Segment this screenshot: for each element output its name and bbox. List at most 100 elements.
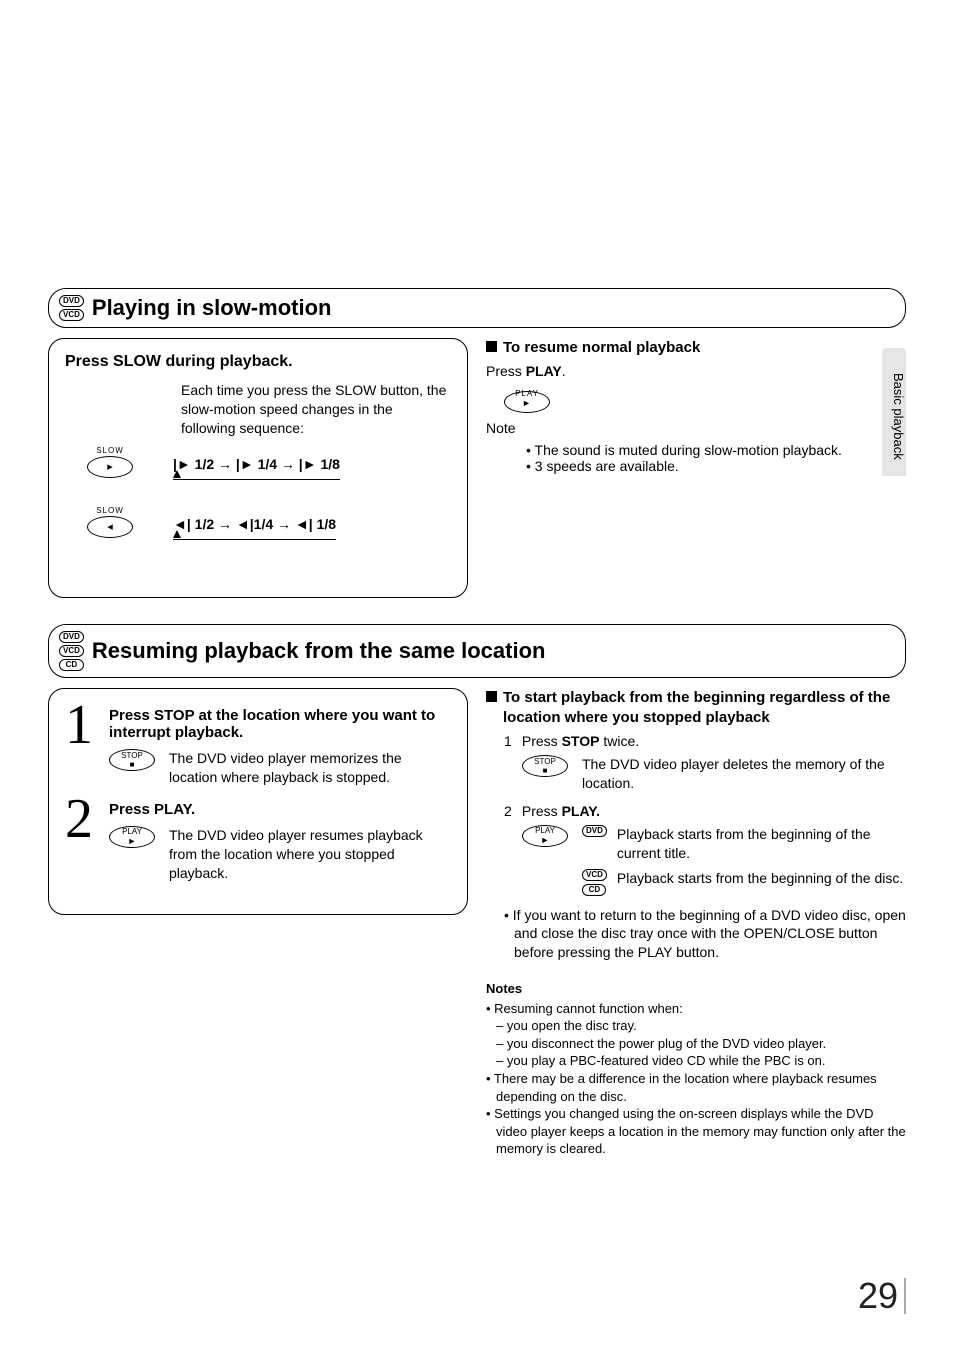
note-list: • The sound is muted during slow-motion … [486, 442, 906, 474]
li2-desc1: Playback starts from the beginning of th… [617, 825, 906, 863]
slow-rev-button-icon: SLOW ◂ [87, 516, 133, 538]
disc-pill-vcd: VCD [59, 645, 84, 657]
play-btn-label: PLAY [535, 826, 555, 835]
stop-square-icon: ■ [534, 766, 556, 775]
play-triangle-icon: ► [535, 835, 555, 845]
step-1: 1 Press STOP at the location where you w… [65, 703, 451, 787]
play-button-icon: PLAY ► [504, 391, 550, 413]
stop-btn-label: STOP [121, 751, 143, 760]
play-btn-label: PLAY [515, 389, 539, 398]
li2-bold: PLAY. [562, 803, 600, 819]
li1-suffix: twice. [599, 733, 639, 749]
stop-btn-label: STOP [534, 757, 556, 766]
slow-fwd-button-icon: SLOW ▸ [87, 456, 133, 478]
disc-pill-cd: CD [59, 659, 84, 671]
step1-heading: Press STOP at the location where you wan… [109, 707, 451, 741]
slow-fwd-sequence: |► 1/2 → |► 1/4 → |► 1/8 [173, 456, 340, 482]
note-item: • Settings you changed using the on-scre… [486, 1105, 906, 1158]
resume-normal-heading: To resume normal playback [486, 338, 906, 358]
slow-fwd-row: SLOW ▸ |► 1/2 → |► 1/4 → |► 1/8 [65, 456, 451, 482]
step1-description: The DVD video player memorizes the locat… [169, 749, 451, 787]
list-item: 2 Press PLAY. PLAY ► DVD [504, 803, 906, 896]
disc-pill-dvd: DVD [59, 631, 84, 643]
play-button-stack: PLAY ► [515, 389, 539, 408]
step2-description: The DVD video player resumes playback fr… [169, 826, 451, 883]
note-subitem: – you play a PBC-featured video CD while… [486, 1052, 906, 1070]
step-number-1: 1 [65, 703, 101, 787]
section2-left: 1 Press STOP at the location where you w… [48, 688, 468, 1160]
disc-type-icons: DVD VCD CD [59, 631, 84, 671]
note-item: • 3 speeds are available. [526, 458, 906, 474]
body-suffix: . [562, 363, 566, 379]
step2-heading: Press PLAY. [109, 801, 451, 818]
play-rev-icon: ◂ [107, 520, 113, 533]
chapter-side-tab: Basic playback [882, 348, 906, 476]
extra-bullet: • If you want to return to the beginning… [504, 906, 906, 963]
li2-desc2: Playback starts from the beginning of th… [617, 869, 903, 888]
disc-type-icons: DVD VCD [59, 295, 84, 321]
stop-square-icon: ■ [121, 760, 143, 769]
manual-page: Basic playback DVD VCD Playing in slow-m… [0, 0, 954, 1348]
page-content: DVD VCD Playing in slow-motion Press SLO… [48, 288, 906, 1160]
play-btn-label: PLAY [122, 827, 142, 836]
disc-pill-dvd: DVD [59, 295, 84, 307]
slow-fwd-seq-text: |► 1/2 → |► 1/4 → |► 1/8 [173, 456, 340, 472]
body-bold: PLAY [526, 363, 562, 379]
body-prefix: Press [486, 363, 526, 379]
section-title: Resuming playback from the same location [92, 638, 546, 664]
ol-number: 1 [504, 733, 518, 749]
li1-prefix: Press [522, 733, 562, 749]
play-triangle-icon: ► [122, 836, 142, 846]
notes-heading: Notes [486, 980, 906, 998]
note-heading: Note [486, 419, 906, 438]
list-item: 1 Press STOP twice. STOP ■ The DVD video… [504, 733, 906, 793]
li2-prefix: Press [522, 803, 562, 819]
stop-button-icon: STOP ■ [522, 755, 568, 777]
square-bullet-icon [486, 691, 497, 702]
play-button-icon: PLAY ► [522, 825, 568, 847]
disc-pill-vcd: VCD [582, 869, 607, 881]
slow-rev-seq-text: ◄| 1/2 → ◄|1/4 → ◄| 1/8 [173, 516, 336, 532]
resume-normal-body: Press PLAY. [486, 362, 906, 381]
play-button-icon: PLAY ► [109, 826, 155, 848]
notes-block: Notes • Resuming cannot function when: –… [486, 980, 906, 1157]
play-triangle-icon: ► [515, 398, 539, 408]
disc-pill-dvd: DVD [582, 825, 607, 837]
section1-row: Press SLOW during playback. Each time yo… [48, 338, 906, 598]
section-title: Playing in slow-motion [92, 295, 332, 321]
stop-button-icon: STOP ■ [109, 749, 155, 771]
section1-left: Press SLOW during playback. Each time yo… [48, 338, 468, 598]
play-fwd-icon: ▸ [107, 460, 113, 473]
disc-pill-cd: CD [582, 884, 606, 896]
ol-number: 2 [504, 803, 518, 819]
section2-row: 1 Press STOP at the location where you w… [48, 688, 906, 1160]
li1-bold: STOP [562, 733, 600, 749]
slow-rev-sequence: ◄| 1/2 → ◄|1/4 → ◄| 1/8 [173, 516, 336, 542]
box-description: Each time you press the SLOW button, the… [181, 381, 451, 438]
box-heading: Press SLOW during playback. [65, 353, 451, 371]
note-item: • Resuming cannot function when: [486, 1000, 906, 1018]
li1-description: The DVD video player deletes the memory … [582, 755, 906, 793]
slowmotion-box: Press SLOW during playback. Each time yo… [48, 338, 468, 598]
section1-right: To resume normal playback Press PLAY. PL… [486, 338, 906, 598]
note-item: • There may be a difference in the locat… [486, 1070, 906, 1105]
step-2: 2 Press PLAY. PLAY ► The DVD v [65, 797, 451, 883]
slow-rev-label: SLOW [88, 506, 132, 515]
note-subitem: – you disconnect the power plug of the D… [486, 1035, 906, 1053]
note-item: • The sound is muted during slow-motion … [526, 442, 906, 458]
step-number-2: 2 [65, 797, 101, 883]
square-bullet-icon [486, 341, 497, 352]
slow-fwd-label: SLOW [88, 446, 132, 455]
start-beginning-heading: To start playback from the beginning reg… [486, 688, 906, 727]
resume-steps-box: 1 Press STOP at the location where you w… [48, 688, 468, 915]
start-beginning-heading-text: To start playback from the beginning reg… [503, 688, 906, 727]
note-subitem: – you open the disc tray. [486, 1017, 906, 1035]
page-number: 29 [858, 1278, 906, 1314]
section-title-bar-resume: DVD VCD CD Resuming playback from the sa… [48, 624, 906, 678]
start-beginning-steps: 1 Press STOP twice. STOP ■ The DVD video… [504, 733, 906, 896]
section2-right: To start playback from the beginning reg… [486, 688, 906, 1160]
resume-normal-heading-text: To resume normal playback [503, 338, 700, 358]
section-title-bar-slowmotion: DVD VCD Playing in slow-motion [48, 288, 906, 328]
slow-rev-row: SLOW ◂ ◄| 1/2 → ◄|1/4 → ◄| 1/8 [65, 516, 451, 542]
disc-pill-vcd: VCD [59, 309, 84, 321]
